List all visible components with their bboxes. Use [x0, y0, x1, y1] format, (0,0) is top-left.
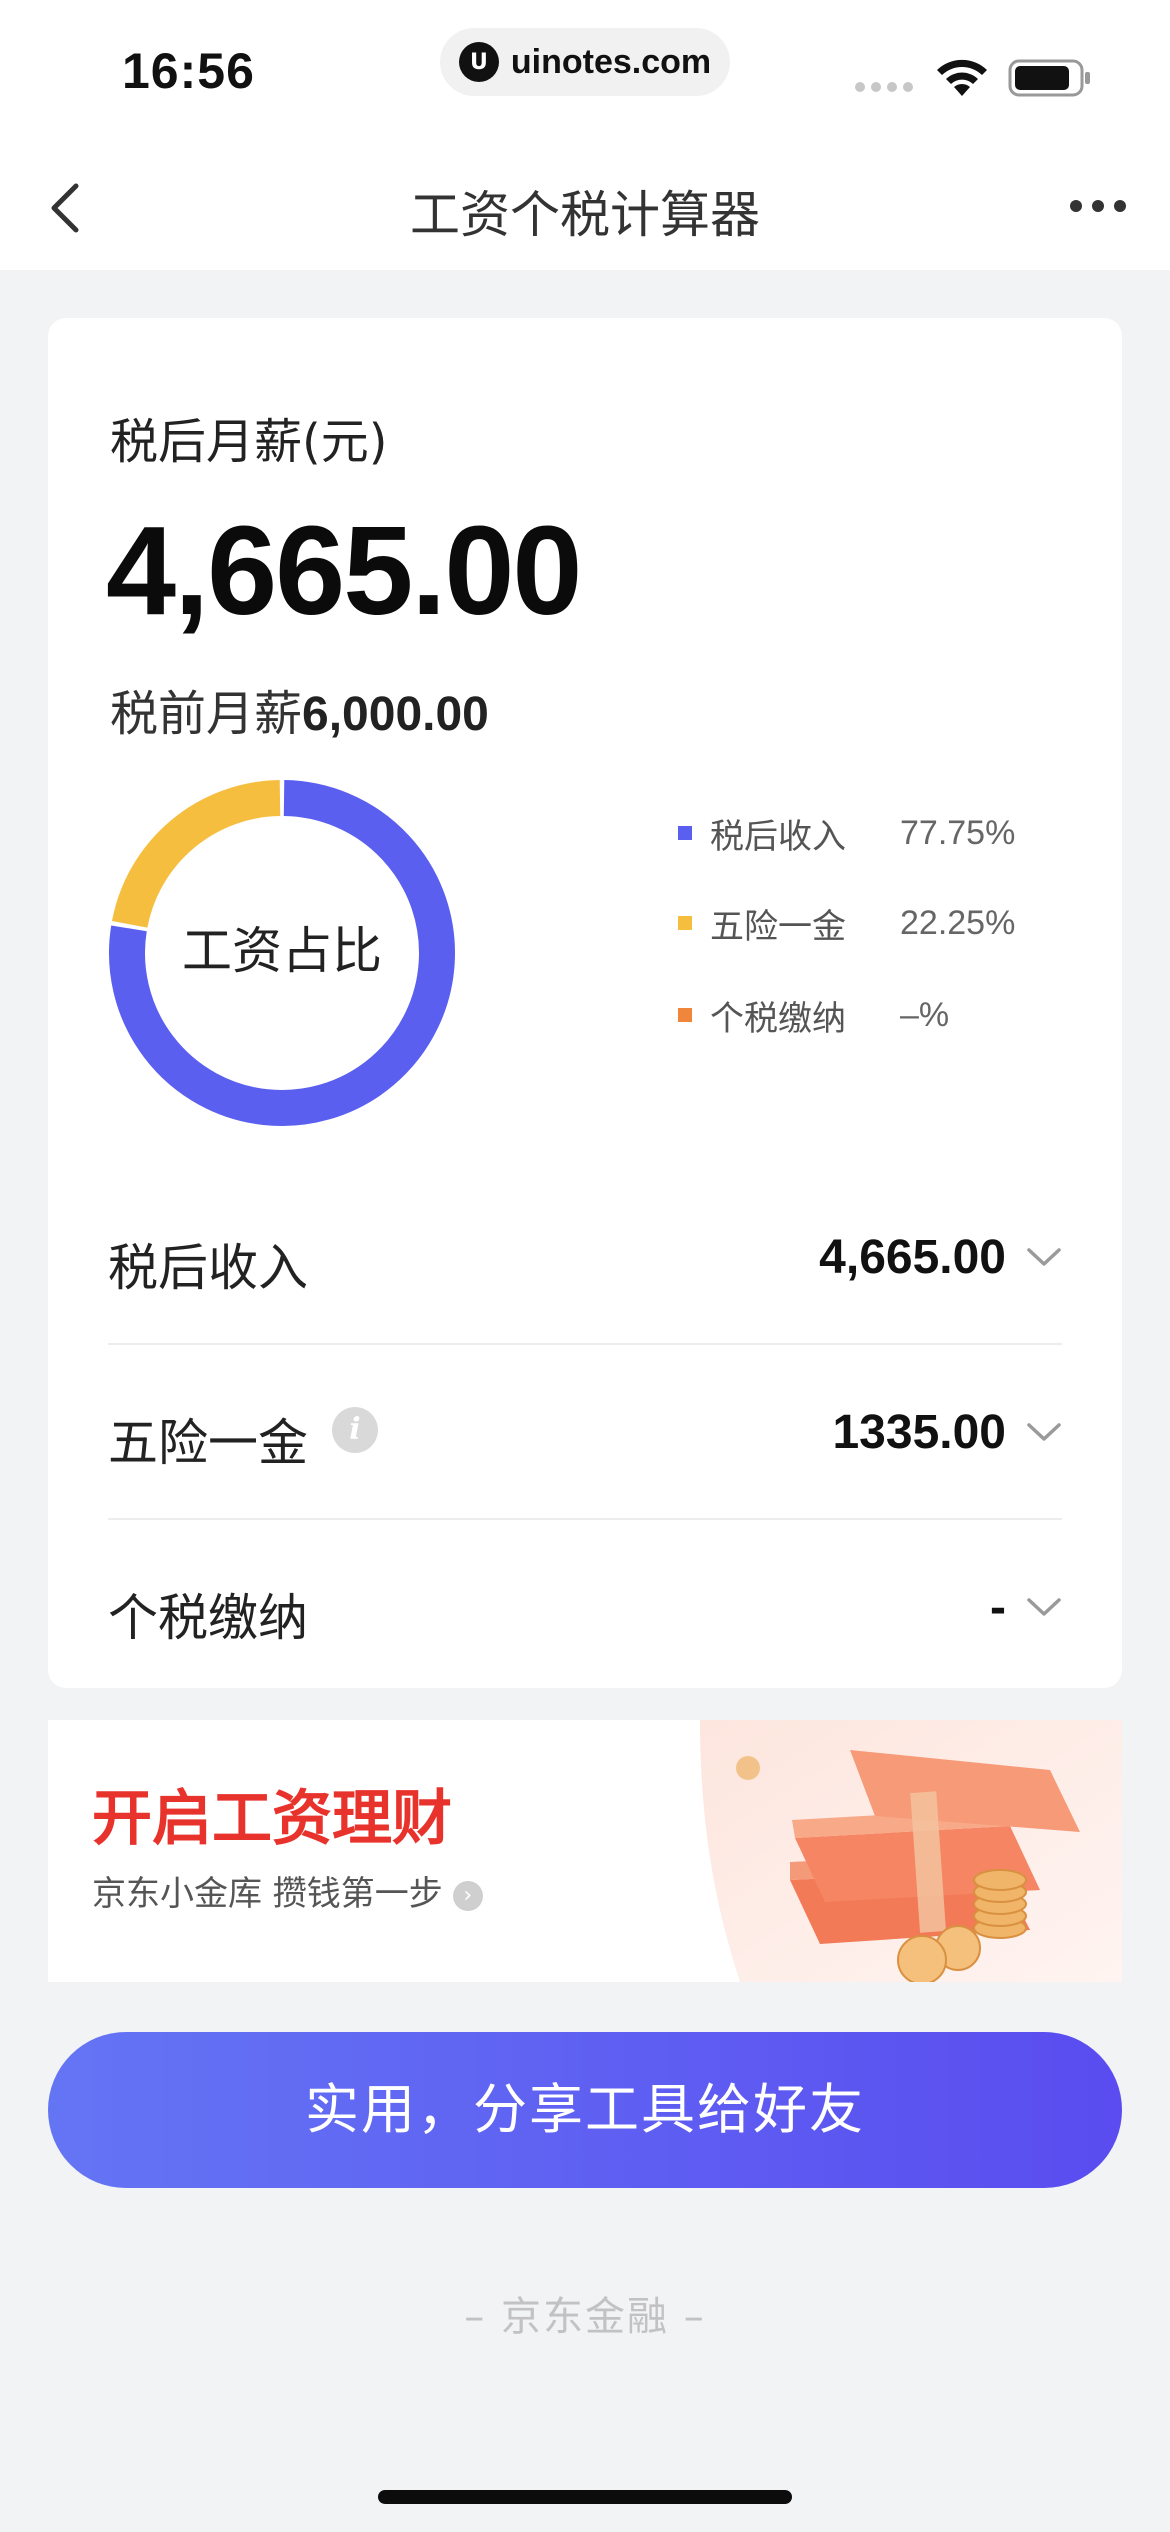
status-bar: 16:56 U uinotes.com: [0, 0, 1170, 150]
legend-label: 税后收入: [710, 816, 846, 857]
wealth-banner[interactable]: 开启工资理财 京东小金库 攒钱第一步 ›: [48, 1720, 1122, 1982]
url-text: uinotes.com: [510, 42, 712, 81]
salary-donut-chart: 工资占比: [109, 780, 455, 1126]
pre-tax-prefix: 税前月薪: [110, 686, 303, 742]
info-icon[interactable]: i: [332, 1407, 378, 1453]
pre-tax-value: 6,000.00: [302, 688, 489, 741]
nav-bar: 工资个税计算器: [0, 150, 1170, 270]
signal-icon: [855, 82, 913, 92]
footer-brand: – 京东金融 –: [464, 2294, 706, 2340]
status-time: 16:56: [122, 43, 255, 99]
legend-label: 个税缴纳: [710, 998, 846, 1039]
row-value: 4,665.00: [819, 1231, 1006, 1284]
legend-item-after-tax: 税后收入 77.75%: [678, 808, 1015, 858]
pre-tax-line: 税前月薪6,000.00: [110, 674, 489, 744]
banner-title: 开启工资理财: [92, 1784, 452, 1854]
banner-subtitle: 京东小金库 攒钱第一步 ›: [92, 1866, 483, 1915]
row-label: 税后收入: [108, 1239, 308, 1297]
legend-item-insurance: 五险一金 22.25%: [678, 898, 1015, 948]
after-tax-label: 税后月薪(元): [110, 414, 388, 470]
battery-icon: [1008, 59, 1090, 97]
row-tax[interactable]: 个税缴纳 -: [108, 1520, 1062, 1695]
legend-swatch: [678, 1008, 692, 1022]
chevron-down-icon[interactable]: [1026, 1242, 1062, 1272]
donut-center-label: 工资占比: [182, 922, 382, 980]
row-after-tax[interactable]: 税后收入 4,665.00: [108, 1170, 1062, 1345]
donut-slice-2: [111, 780, 281, 929]
row-value: -: [990, 1581, 1006, 1634]
url-pill[interactable]: U uinotes.com: [440, 28, 730, 96]
after-tax-value: 4,665.00: [106, 500, 582, 641]
legend-value: –%: [900, 995, 950, 1034]
site-logo-icon: U: [458, 42, 499, 82]
more-dots-icon[interactable]: [1070, 200, 1126, 212]
page-title: 工资个税计算器: [410, 186, 760, 244]
row-insurance[interactable]: 五险一金 i 1335.00: [108, 1345, 1062, 1520]
legend-swatch: [678, 916, 692, 930]
home-indicator[interactable]: [378, 2490, 792, 2504]
salary-summary-card: 税后月薪(元) 4,665.00 税前月薪6,000.00 工资占比 税后收入 …: [48, 318, 1122, 1688]
row-value: 1335.00: [832, 1406, 1006, 1459]
legend-value: 22.25%: [900, 903, 1016, 942]
legend-item-tax: 个税缴纳 –%: [678, 990, 949, 1040]
share-tool-button[interactable]: 实用，分享工具给好友: [48, 2032, 1122, 2188]
legend-swatch: [678, 826, 692, 840]
legend-value: 77.75%: [900, 813, 1016, 852]
arrow-right-icon: ›: [452, 1880, 483, 1911]
row-label: 个税缴纳: [108, 1589, 308, 1647]
legend-label: 五险一金: [710, 906, 846, 947]
row-label: 五险一金: [108, 1414, 308, 1472]
wifi-icon: [937, 59, 987, 96]
money-stack-illustration: [700, 1720, 1122, 1982]
banner-subtitle-text: 京东小金库 攒钱第一步: [92, 1874, 443, 1914]
chevron-down-icon[interactable]: [1026, 1592, 1062, 1622]
chevron-down-icon[interactable]: [1026, 1417, 1062, 1447]
